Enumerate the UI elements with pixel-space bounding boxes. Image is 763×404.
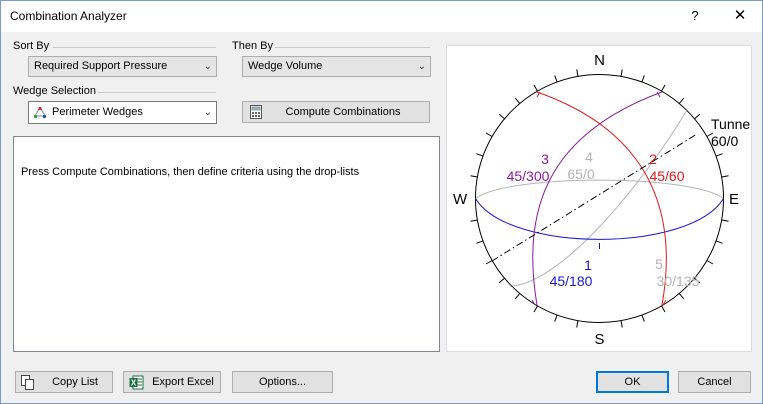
plane-3-orientation: 45/300 <box>507 168 550 184</box>
south-label: S <box>594 331 604 348</box>
degree-tick <box>485 260 493 265</box>
degree-tick <box>715 153 723 157</box>
tunnel-orientation: 60/0 <box>711 133 738 149</box>
degree-tick <box>476 153 484 157</box>
copy-list-button[interactable]: Copy List <box>15 371 113 393</box>
degree-tick <box>661 305 666 313</box>
then-by-select[interactable]: Wedge Volume ⌄ <box>242 56 431 77</box>
plane-1-id: 1 <box>584 257 592 273</box>
degree-tick <box>476 240 484 244</box>
chevron-down-icon: ⌄ <box>203 61 212 72</box>
west-label: W <box>453 191 468 208</box>
plane-1-orientation: 45/180 <box>550 273 593 289</box>
compute-combinations-button[interactable]: Compute Combinations <box>242 101 430 123</box>
copy-icon <box>21 375 34 390</box>
tunnel-label: Tunne <box>711 116 750 132</box>
sort-by-label: Sort By <box>13 40 50 52</box>
degree-tick <box>470 219 478 222</box>
plane-5-id: 5 <box>655 256 663 272</box>
degree-tick <box>485 132 493 137</box>
export-excel-label: Export Excel <box>152 376 214 388</box>
wedge-selection-value: Perimeter Wedges <box>52 106 143 118</box>
then-by-value: Wedge Volume <box>248 60 323 72</box>
title-bar: Combination Analyzer ? ✕ <box>1 1 762 32</box>
degree-tick <box>498 113 505 120</box>
degree-tick <box>694 113 701 120</box>
ok-button[interactable]: OK <box>596 371 669 393</box>
then-by-label: Then By <box>232 40 273 52</box>
degree-tick <box>470 175 478 178</box>
plane-4-id: 4 <box>585 149 593 165</box>
then-by-divider <box>275 47 430 48</box>
degree-tick <box>514 97 521 104</box>
sort-by-select[interactable]: Required Support Pressure ⌄ <box>28 56 217 77</box>
wedge-selection-label: Wedge Selection <box>13 85 96 97</box>
stereonet-panel: N S E W 1 45/180 2 45/60 3 45/300 4 65/0… <box>446 45 752 352</box>
perimeter-wedges-icon <box>34 107 46 119</box>
plane-2-orientation: 45/60 <box>649 168 684 184</box>
window-title: Combination Analyzer <box>10 9 127 23</box>
options-button[interactable]: Options... <box>232 371 333 393</box>
degree-tick <box>641 314 645 322</box>
degree-tick <box>641 75 645 83</box>
chevron-down-icon: ⌄ <box>417 61 426 72</box>
degree-tick <box>554 314 558 322</box>
degree-tick <box>533 84 538 92</box>
degree-tick <box>498 277 505 284</box>
cancel-label: Cancel <box>697 376 732 388</box>
degree-tick <box>533 305 538 313</box>
wedge-selection-select[interactable]: Perimeter Wedges ⌄ <box>28 101 217 124</box>
east-label: E <box>729 191 739 208</box>
sort-by-divider <box>53 47 216 48</box>
degree-tick <box>721 219 729 222</box>
copy-list-label: Copy List <box>52 376 98 388</box>
stereonet-plot: N S E W 1 45/180 2 45/60 3 45/300 4 65/0… <box>453 52 750 348</box>
excel-icon: X <box>129 375 144 390</box>
options-label: Options... <box>258 376 307 388</box>
north-label: N <box>594 52 605 69</box>
svg-text:X: X <box>131 379 137 388</box>
ok-label: OK <box>624 376 641 388</box>
degree-tick <box>715 240 723 244</box>
chevron-down-icon: ⌄ <box>203 107 212 118</box>
degree-tick <box>661 84 666 92</box>
plane-2-id: 2 <box>649 151 657 167</box>
plane-1-trace <box>475 198 724 240</box>
degree-tick <box>554 75 558 83</box>
degree-tick <box>514 293 521 300</box>
compute-combinations-label: Compute Combinations <box>285 106 401 118</box>
degree-tick <box>576 69 579 77</box>
plane-4-orientation: 65/0 <box>567 166 594 182</box>
sort-by-value: Required Support Pressure <box>34 60 168 72</box>
cancel-button[interactable]: Cancel <box>678 371 751 393</box>
plane-3-id: 3 <box>541 151 549 167</box>
wedge-selection-divider <box>98 92 216 93</box>
close-button[interactable]: ✕ <box>730 5 750 27</box>
instruction-text: Press Compute Combinations, then define … <box>21 166 360 178</box>
combination-analyzer-dialog: Combination Analyzer ? ✕ Sort By Require… <box>0 0 763 404</box>
calculator-icon <box>250 105 262 119</box>
results-textbox[interactable]: Press Compute Combinations, then define … <box>13 136 440 352</box>
degree-tick <box>576 320 579 328</box>
tunnel-axis-line <box>491 133 698 262</box>
help-button[interactable]: ? <box>685 5 705 27</box>
degree-tick <box>620 69 623 77</box>
plane-5-orientation: 30/135 <box>657 273 700 289</box>
export-excel-button[interactable]: X Export Excel <box>123 371 221 393</box>
degree-tick <box>721 175 729 178</box>
degree-tick <box>620 320 623 328</box>
degree-tick <box>678 97 685 104</box>
degree-tick <box>678 293 685 300</box>
degree-tick <box>706 260 714 265</box>
